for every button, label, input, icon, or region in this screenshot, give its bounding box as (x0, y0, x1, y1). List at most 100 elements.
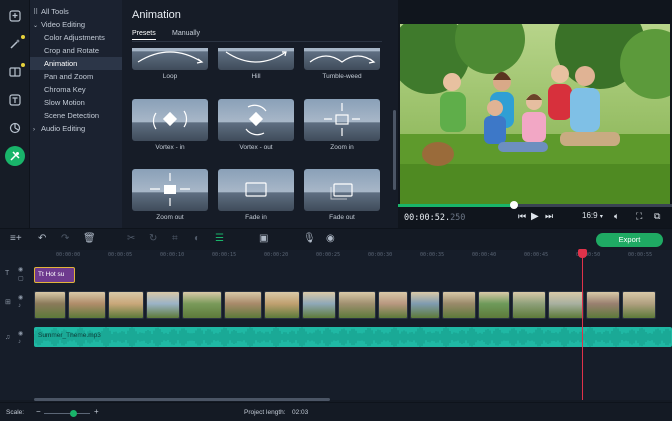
trash-icon[interactable]: 🗑︎ (83, 233, 96, 244)
scale-slider[interactable] (44, 413, 90, 414)
clip-thumbnail (183, 292, 221, 318)
play-icon[interactable]: ▶ (531, 211, 539, 222)
video-clip[interactable] (442, 291, 476, 319)
video-clip[interactable] (68, 291, 106, 319)
preset-label: Fade in (245, 214, 267, 221)
export-button[interactable]: Export (596, 233, 663, 247)
stickers-icon[interactable] (5, 118, 25, 138)
eye-icon[interactable]: ◉ (18, 294, 23, 301)
skip-forward-icon[interactable]: ⏭ (545, 211, 553, 222)
volume-icon[interactable]: 🔈︎ (614, 211, 619, 222)
tree-item-crop-and-rotate[interactable]: Crop and Rotate (30, 44, 122, 57)
video-clip[interactable] (548, 291, 584, 319)
ruler-tick-label: 00:00:20 (264, 252, 289, 258)
marker-icon[interactable]: ◉ (326, 233, 335, 244)
animation-panel: Animation Presets Manually Loop Hill Tum… (122, 0, 398, 228)
redo-icon[interactable]: ↷ (61, 233, 69, 244)
microphone-icon[interactable]: 🎙︎ (303, 233, 316, 244)
clip-properties-icon[interactable]: ☰ (215, 233, 224, 244)
chevron-down-icon: ▾ (599, 214, 603, 220)
tree-item-video-editing[interactable]: ⌄ Video Editing (30, 18, 122, 31)
preset-thumbnail (304, 169, 380, 211)
tree-item-animation[interactable]: Animation (30, 57, 122, 70)
lock-icon[interactable]: ▢ (18, 275, 24, 282)
undo-icon[interactable]: ↶ (38, 233, 46, 244)
zoom-out-arrows-icon (150, 173, 190, 206)
video-clip[interactable] (108, 291, 144, 319)
preset-thumbnail (218, 99, 294, 141)
playhead-handle[interactable] (578, 249, 587, 258)
more-tools-icon[interactable] (5, 146, 25, 166)
mute-icon[interactable]: ♪ (18, 339, 21, 345)
clip-thumbnail (379, 292, 407, 318)
preset-card-fade-out[interactable]: Fade out (304, 169, 380, 221)
video-clip[interactable] (378, 291, 408, 319)
video-clip[interactable] (512, 291, 546, 319)
video-clip[interactable] (224, 291, 262, 319)
eye-icon[interactable]: ◉ (18, 266, 23, 273)
tree-item-chroma-key[interactable]: Chroma Key (30, 83, 122, 96)
video-clip[interactable] (338, 291, 376, 319)
music-track-icon: ♫ (5, 334, 11, 341)
video-clip[interactable] (622, 291, 656, 319)
overlay-icon[interactable]: ▣ (259, 233, 268, 244)
zoom-in-icon[interactable]: + (94, 407, 99, 416)
preset-card-fade-in[interactable]: Fade in (218, 169, 294, 221)
fullscreen-icon[interactable]: ⛶ (636, 211, 642, 222)
tree-item-pan-and-zoom[interactable]: Pan and Zoom (30, 70, 122, 83)
import-icon[interactable] (5, 6, 25, 26)
video-clip[interactable] (478, 291, 510, 319)
detach-icon[interactable]: ⧉ (654, 211, 660, 222)
playback-progress-bar[interactable] (398, 201, 672, 209)
title-clip[interactable]: Tt Hot su (34, 267, 75, 283)
preview-panel (398, 0, 672, 228)
video-track[interactable] (34, 291, 672, 319)
aspect-ratio-select[interactable]: 16:9 ▾ (582, 211, 603, 220)
clip-thumbnail (623, 292, 655, 318)
scale-slider-knob[interactable] (70, 410, 77, 417)
vortex-in-icon (152, 110, 188, 130)
video-clip[interactable] (146, 291, 180, 319)
timeline-scrollbar[interactable] (34, 398, 330, 401)
tree-item-scene-detection[interactable]: Scene Detection (30, 109, 122, 122)
cut-icon[interactable]: ✂ (127, 233, 135, 244)
color-icon[interactable]: ◐ (194, 233, 200, 244)
video-clip[interactable] (302, 291, 336, 319)
preset-card-zoom-out[interactable]: Zoom out (132, 169, 208, 221)
rotate-icon[interactable]: ↻ (149, 233, 157, 244)
skip-back-icon[interactable]: ⏮ (518, 211, 526, 222)
preset-card-loop[interactable]: Loop (132, 48, 208, 80)
preset-thumbnail (132, 99, 208, 141)
tree-item-color-adjustments[interactable]: Color Adjustments (30, 31, 122, 44)
tree-item-audio-editing[interactable]: › Audio Editing (30, 122, 122, 135)
audio-clip[interactable]: Summer_Theme.mp3 (34, 327, 672, 347)
tree-item-slow-motion[interactable]: Slow Motion (30, 96, 122, 109)
tab-presets[interactable]: Presets (132, 30, 156, 40)
tree-item-all-tools[interactable]: ⠿ All Tools (30, 5, 122, 18)
preset-card-vortex-out[interactable]: Vortex - out (218, 99, 294, 151)
vortex-out-icon (245, 104, 267, 136)
add-track-icon[interactable]: ≡+ (10, 233, 22, 244)
transitions-icon[interactable] (5, 62, 25, 82)
magic-wand-icon[interactable] (5, 34, 25, 54)
video-clip[interactable] (264, 291, 300, 319)
preset-card-vortex-in[interactable]: Vortex - in (132, 99, 208, 151)
video-clip[interactable] (34, 291, 66, 319)
tab-manually[interactable]: Manually (172, 30, 200, 37)
timeline-ruler[interactable]: 00:00:00 00:00:05 00:00:10 00:00:15 00:00:20… (30, 250, 672, 260)
titles-icon[interactable] (5, 90, 25, 110)
playhead[interactable] (582, 250, 583, 400)
video-clip[interactable] (182, 291, 222, 319)
presets-scrollbar[interactable] (393, 110, 396, 190)
preset-card-hill[interactable]: Hill (218, 48, 294, 80)
eye-icon[interactable]: ◉ (18, 330, 23, 337)
mute-icon[interactable]: ♪ (18, 303, 21, 309)
video-preview[interactable] (400, 24, 670, 204)
crop-icon[interactable]: ⌗ (172, 233, 178, 244)
clip-thumbnail (147, 292, 179, 318)
preset-card-zoom-in[interactable]: Zoom in (304, 99, 380, 151)
video-clip[interactable] (586, 291, 620, 319)
zoom-out-icon[interactable]: − (36, 407, 41, 416)
preset-card-tumble-weed[interactable]: Tumble-weed (304, 48, 380, 80)
video-clip[interactable] (410, 291, 440, 319)
